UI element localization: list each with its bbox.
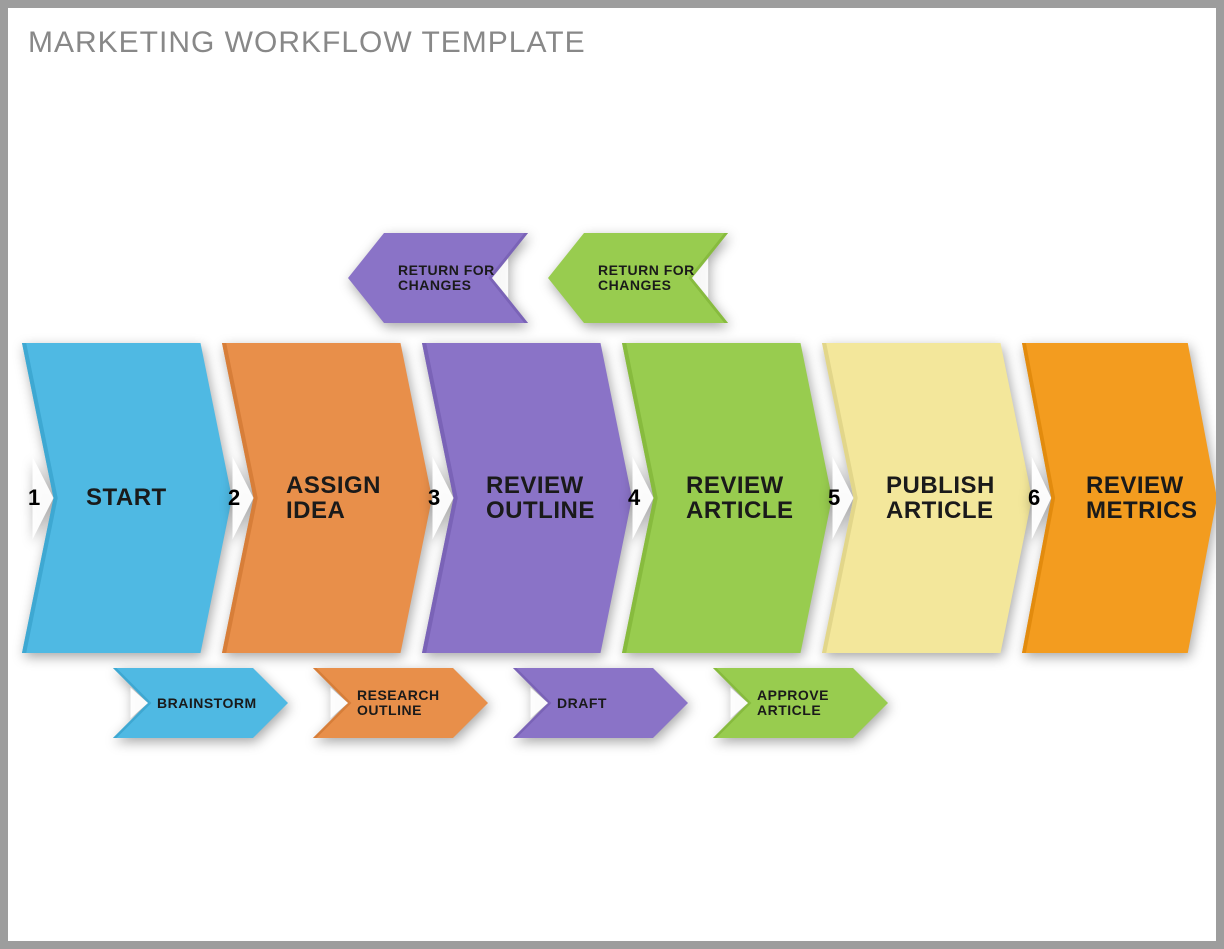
return-label: RETURN FOR CHANGES [598, 233, 718, 323]
step-label: PUBLISH ARTICLE [886, 343, 1022, 653]
step-number: 4 [628, 485, 640, 511]
return-arrow-changes-outline: RETURN FOR CHANGES [348, 233, 528, 323]
main-steps-row: 1 START 2 ASSIGN IDEA 3 REVIEW OUTLINE [8, 343, 1216, 653]
step-publish-article: 5 PUBLISH ARTICLE [822, 343, 1032, 653]
substep-brainstorm: BRAINSTORM [113, 668, 288, 738]
step-label: REVIEW METRICS [1086, 343, 1207, 653]
step-label: ASSIGN IDEA [286, 343, 422, 653]
return-label: RETURN FOR CHANGES [398, 233, 518, 323]
substep-label: RESEARCH OUTLINE [357, 668, 474, 738]
step-review-metrics: 6 REVIEW METRICS [1022, 343, 1217, 653]
substep-approve-article: APPROVE ARTICLE [713, 668, 888, 738]
step-number: 1 [28, 485, 40, 511]
step-number: 3 [428, 485, 440, 511]
substep-label: APPROVE ARTICLE [757, 668, 874, 738]
step-number: 5 [828, 485, 840, 511]
step-review-outline: 3 REVIEW OUTLINE [422, 343, 632, 653]
step-number: 6 [1028, 485, 1040, 511]
return-arrow-changes-article: RETURN FOR CHANGES [548, 233, 728, 323]
substep-label: DRAFT [557, 668, 674, 738]
step-label: START [86, 343, 222, 653]
substep-draft: DRAFT [513, 668, 688, 738]
substep-research-outline: RESEARCH OUTLINE [313, 668, 488, 738]
step-label: REVIEW ARTICLE [686, 343, 822, 653]
step-assign-idea: 2 ASSIGN IDEA [222, 343, 432, 653]
step-start: 1 START [22, 343, 232, 653]
step-review-article: 4 REVIEW ARTICLE [622, 343, 832, 653]
step-number: 2 [228, 485, 240, 511]
substep-label: BRAINSTORM [157, 668, 274, 738]
return-row: RETURN FOR CHANGES RETURN FOR CHANGES [8, 233, 1216, 323]
diagram-title: MARKETING WORKFLOW TEMPLATE [28, 26, 586, 60]
step-label: REVIEW OUTLINE [486, 343, 622, 653]
diagram-canvas: MARKETING WORKFLOW TEMPLATE RETURN FOR C… [0, 0, 1224, 949]
forward-row: BRAINSTORM RESEARCH OUTLINE DRAFT [8, 668, 1216, 738]
